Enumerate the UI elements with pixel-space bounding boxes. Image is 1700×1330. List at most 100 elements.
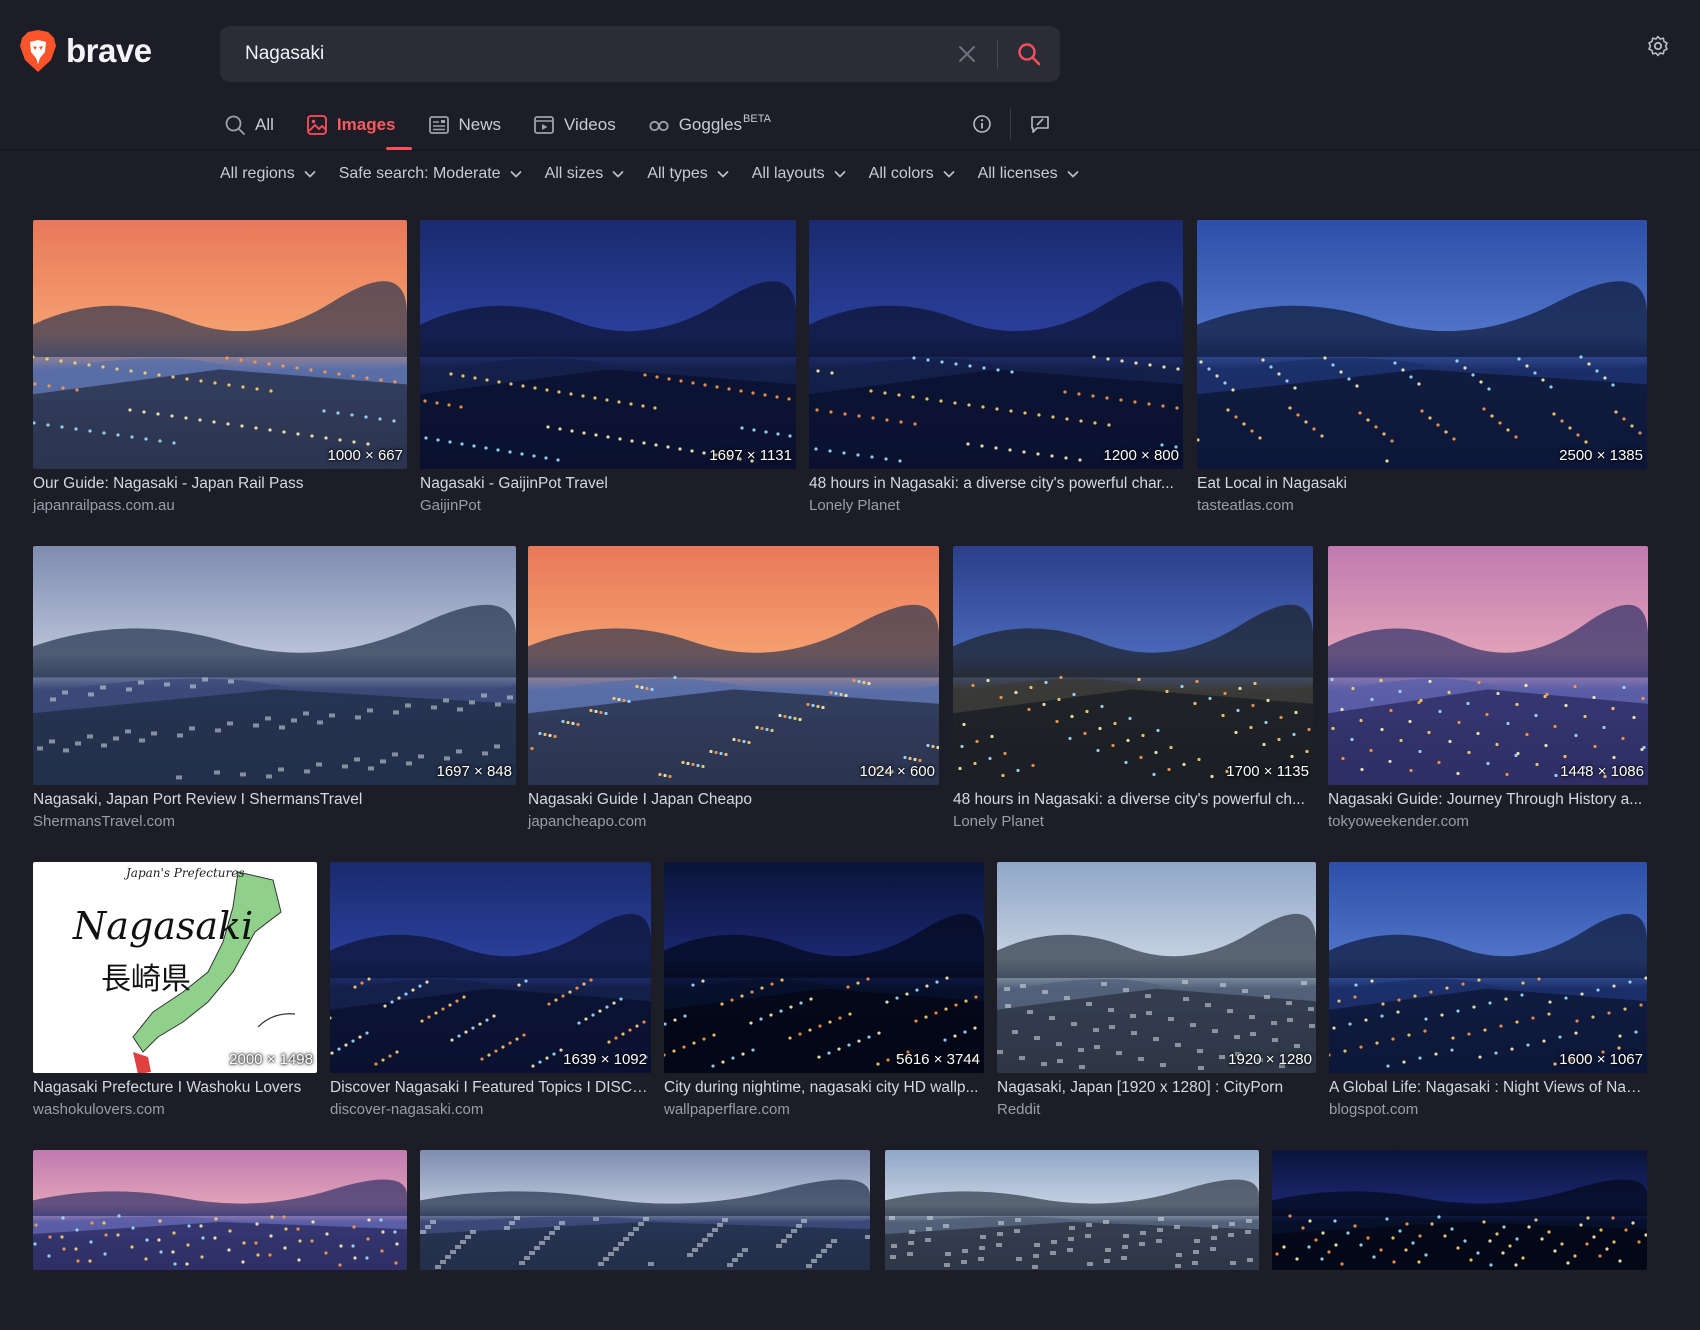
image-thumbnail[interactable]: [528, 546, 939, 785]
result-title[interactable]: Eat Local in Nagasaki: [1197, 475, 1647, 493]
image-thumbnail[interactable]: [330, 862, 651, 1073]
tab-images-label: Images: [336, 115, 396, 134]
result-title[interactable]: Discover Nagasaki I Featured Topics I DI…: [330, 1079, 651, 1097]
result-source[interactable]: Lonely Planet: [953, 813, 1044, 830]
gear-icon[interactable]: [1646, 34, 1670, 58]
result-title[interactable]: Nagasaki Guide: Journey Through History …: [1328, 791, 1648, 809]
result-source[interactable]: ShermansTravel.com: [33, 813, 175, 830]
chevron-down-icon: [1067, 171, 1078, 178]
filter-dropdown[interactable]: All sizes: [545, 165, 626, 183]
result-source[interactable]: tokyoweekender.com: [1328, 813, 1469, 830]
tab-images[interactable]: Images: [304, 108, 412, 150]
info-icon[interactable]: [972, 114, 992, 134]
result-title[interactable]: Nagasaki Guide I Japan Cheapo: [528, 791, 939, 809]
image-thumbnail[interactable]: [420, 220, 796, 469]
image-result-card[interactable]: 1700 × 1135 48 hours in Nagasaki: a diver…: [953, 546, 1313, 845]
image-thumbnail[interactable]: [420, 1150, 870, 1270]
filter-dropdown[interactable]: All licenses: [978, 165, 1080, 183]
image-dimensions: 5616 × 3744: [896, 1051, 980, 1068]
brave-logo[interactable]: brave: [18, 28, 152, 74]
chevron-down-icon: [510, 171, 521, 178]
image-result-card[interactable]: 1600 × 1067 A Global Life: Nagasaki : Nig…: [1329, 862, 1647, 1133]
image-thumbnail[interactable]: [953, 546, 1313, 785]
result-title[interactable]: Nagasaki Prefecture I Washoku Lovers: [33, 1079, 317, 1097]
image-result-card[interactable]: 1920 × 1280 Nagasaki, Japan [1920 x 1280]…: [997, 862, 1316, 1133]
image-thumbnail[interactable]: [1328, 546, 1648, 785]
result-source[interactable]: Lonely Planet: [809, 497, 900, 514]
image-result-card[interactable]: 2500 × 1385 Eat Local in Nagasaki tasteatl…: [1197, 220, 1647, 529]
image-thumbnail[interactable]: [1272, 1150, 1647, 1270]
image-result-card[interactable]: [1272, 1150, 1647, 1330]
result-source[interactable]: japanrailpass.com.au: [33, 497, 175, 514]
filter-dropdown[interactable]: All regions: [220, 165, 317, 183]
image-result-card[interactable]: [885, 1150, 1259, 1330]
image-thumbnail[interactable]: [1329, 862, 1647, 1073]
image-result-card[interactable]: [33, 1150, 407, 1330]
result-source[interactable]: japancheapo.com: [528, 813, 646, 830]
image-dimensions: 1024 × 600: [859, 763, 936, 780]
image-filters: All regions Safe search: Moderate All size…: [220, 165, 1102, 183]
tab-videos-label: Videos: [564, 115, 616, 134]
result-source[interactable]: washokulovers.com: [33, 1101, 165, 1118]
close-icon: [959, 46, 975, 62]
image-result-card[interactable]: 5616 × 3744 City during nightime, nagasak…: [664, 862, 984, 1133]
image-result-card[interactable]: 1697 × 848 Nagasaki, Japan Port Review I …: [33, 546, 516, 845]
clear-search-button[interactable]: [945, 32, 989, 76]
image-result-card[interactable]: 1448 × 1086 Nagasaki Guide: Journey Throu…: [1328, 546, 1648, 845]
image-result-card[interactable]: 1697 × 1131 Nagasaki - GaijinPot Travel Ga…: [420, 220, 796, 529]
result-title[interactable]: Nagasaki, Japan Port Review I ShermansTr…: [33, 791, 516, 809]
result-title[interactable]: Nagasaki, Japan [1920 x 1280] : CityPorn: [997, 1079, 1316, 1097]
result-title[interactable]: Our Guide: Nagasaki - Japan Rail Pass: [33, 475, 407, 493]
image-thumbnail[interactable]: [33, 546, 516, 785]
image-result-card[interactable]: 1000 × 667 Our Guide: Nagasaki - Japan Ra…: [33, 220, 407, 529]
image-thumbnail[interactable]: [664, 862, 984, 1073]
image-result-card[interactable]: 1200 × 800 48 hours in Nagasaki: a divers…: [809, 220, 1183, 529]
feedback-icon[interactable]: [1029, 114, 1051, 134]
image-result-card[interactable]: 1024 × 600 Nagasaki Guide I Japan Cheapo j…: [528, 546, 939, 845]
news-icon: [428, 116, 449, 134]
image-thumbnail[interactable]: [33, 1150, 407, 1270]
result-title[interactable]: City during nightime, nagasaki city HD w…: [664, 1079, 984, 1097]
search-submit-button[interactable]: [1006, 32, 1052, 76]
tab-goggles-label: Goggles: [678, 115, 743, 134]
image-icon: [307, 115, 327, 135]
filter-dropdown[interactable]: Safe search: Moderate: [339, 165, 523, 183]
image-result-card[interactable]: 1639 × 1092 Discover Nagasaki I Featured …: [330, 862, 651, 1133]
result-title[interactable]: A Global Life: Nagasaki : Night Views of…: [1329, 1079, 1647, 1097]
video-icon: [534, 116, 554, 134]
result-source[interactable]: blogspot.com: [1329, 1101, 1418, 1118]
tab-news[interactable]: News: [426, 108, 518, 150]
filter-dropdown[interactable]: All types: [647, 165, 729, 183]
tab-all[interactable]: All: [222, 108, 290, 150]
result-source[interactable]: Reddit: [997, 1101, 1040, 1118]
image-thumbnail[interactable]: [885, 1150, 1259, 1270]
result-title[interactable]: Nagasaki - GaijinPot Travel: [420, 475, 796, 493]
search-box: [220, 26, 1060, 82]
filter-label: Safe search: Moderate: [338, 165, 501, 182]
image-thumbnail[interactable]: [33, 220, 407, 469]
filter-label: All types: [647, 165, 708, 182]
brand-wordmark: brave: [66, 32, 152, 69]
beta-badge: BETA: [743, 113, 771, 125]
tab-goggles[interactable]: Goggles BETA: [646, 108, 787, 150]
result-title[interactable]: 48 hours in Nagasaki: a diverse city's p…: [953, 791, 1313, 809]
result-source[interactable]: wallpaperflare.com: [664, 1101, 790, 1118]
result-source[interactable]: discover-nagasaki.com: [330, 1101, 483, 1118]
result-source[interactable]: tasteatlas.com: [1197, 497, 1294, 514]
image-result-card[interactable]: Japan's Prefectures Nagasaki 長崎県 2000 × 149…: [33, 862, 317, 1133]
image-dimensions: 1639 × 1092: [563, 1051, 647, 1068]
chevron-down-icon: [943, 171, 954, 178]
result-title[interactable]: 48 hours in Nagasaki: a diverse city's p…: [809, 475, 1183, 493]
filter-label: All licenses: [977, 165, 1058, 182]
image-thumbnail[interactable]: [809, 220, 1183, 469]
image-result-card[interactable]: [420, 1150, 870, 1330]
tab-videos[interactable]: Videos: [531, 108, 632, 150]
filter-dropdown[interactable]: All layouts: [752, 165, 847, 183]
result-source[interactable]: GaijinPot: [420, 497, 481, 514]
image-thumbnail[interactable]: [1197, 220, 1647, 469]
image-thumbnail[interactable]: [997, 862, 1316, 1073]
search-input[interactable]: [220, 26, 945, 82]
filter-dropdown[interactable]: All colors: [869, 165, 956, 183]
image-dimensions: 1697 × 848: [436, 763, 513, 780]
image-dimensions: 1697 × 1131: [709, 447, 792, 464]
